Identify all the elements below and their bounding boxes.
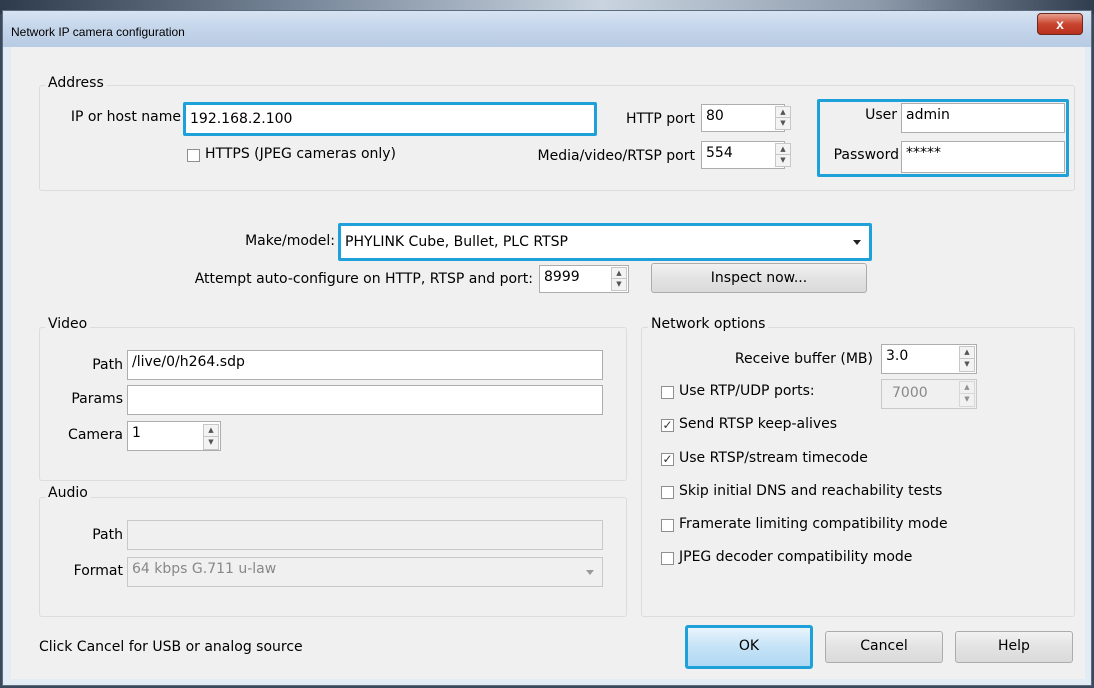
ip-host-input[interactable]: 192.168.2.100 [183,102,597,136]
media-port-spinner[interactable]: ▲ ▼ [775,143,791,167]
make-model-value: PHYLINK Cube, Bullet, PLC RTSP [345,234,568,250]
audio-path-label: Path [92,527,123,543]
http-port-label: HTTP port [626,111,695,127]
audio-format-select[interactable]: 64 kbps G.711 u-law [127,557,603,587]
video-path-input[interactable]: /live/0/h264.sdp [127,350,603,380]
jpeg-decoder-label: JPEG decoder compatibility mode [679,549,913,565]
spin-down-icon[interactable]: ▼ [776,118,790,129]
timecode-label: Use RTSP/stream timecode [679,450,868,466]
close-button[interactable]: x [1037,13,1083,35]
spin-down-icon[interactable]: ▼ [960,394,974,406]
video-params-label: Params [71,391,123,407]
audio-path-input[interactable] [127,520,603,550]
spin-down-icon[interactable]: ▼ [612,279,626,290]
camera-label: Camera [68,427,123,443]
video-path-label: Path [92,357,123,373]
spin-up-icon[interactable]: ▲ [960,382,974,394]
spin-down-icon[interactable]: ▼ [776,155,790,166]
autoconfig-label: Attempt auto-configure on HTTP, RTSP and… [194,271,533,287]
dropdown-arrow-icon [853,240,861,245]
receive-buffer-label: Receive buffer (MB) [734,351,873,367]
rtp-udp-label: Use RTP/UDP ports: [679,383,815,399]
network-options-label: Network options [648,316,769,332]
spin-up-icon[interactable]: ▲ [776,144,790,155]
keepalive-label: Send RTSP keep-alives [679,416,838,432]
dialog-body: Address IP or host name 192.168.2.100 HT… [11,47,1085,679]
rtp-udp-checkbox[interactable] [661,386,674,399]
audio-format-value: 64 kbps G.711 u-law [132,561,277,577]
video-params-input[interactable] [127,385,603,415]
spin-up-icon[interactable]: ▲ [960,347,974,359]
https-label: HTTPS (JPEG cameras only) [205,146,397,162]
media-port-input[interactable]: 554 [701,141,785,169]
spin-down-icon[interactable]: ▼ [960,359,974,371]
network-options-group [641,327,1075,617]
cancel-button[interactable]: Cancel [825,631,943,663]
camera-spinner[interactable]: ▲ ▼ [203,424,219,450]
address-group-label: Address [45,75,107,91]
footer-hint: Click Cancel for USB or analog source [39,639,303,655]
http-port-input[interactable]: 80 [701,104,785,132]
window-title: Network IP camera configuration [11,25,185,39]
audio-group-label: Audio [45,485,91,501]
spin-up-icon[interactable]: ▲ [204,425,218,437]
framerate-checkbox[interactable] [661,519,674,532]
framerate-label: Framerate limiting compatibility mode [679,516,948,532]
password-label: Password [833,147,899,163]
https-checkbox[interactable] [187,149,200,162]
autoconfig-port-spinner[interactable]: ▲ ▼ [611,267,627,291]
ip-label: IP or host name [70,109,181,125]
dialog-window: Network IP camera configuration x Addres… [2,10,1092,686]
spin-up-icon[interactable]: ▲ [612,268,626,279]
ok-button[interactable]: OK [685,625,813,669]
inspect-now-button[interactable]: Inspect now... [651,263,867,293]
timecode-checkbox[interactable]: ✓ [661,453,674,466]
user-label: User [865,107,897,123]
http-port-spinner[interactable]: ▲ ▼ [775,106,791,130]
jpeg-decoder-checkbox[interactable] [661,552,674,565]
rtp-udp-spinner[interactable]: ▲ ▼ [959,381,975,407]
audio-format-label: Format [73,563,123,579]
receive-buffer-spinner[interactable]: ▲ ▼ [959,346,975,372]
media-port-label: Media/video/RTSP port [537,148,695,164]
make-model-label: Make/model: [245,233,335,249]
spin-up-icon[interactable]: ▲ [776,107,790,118]
help-button[interactable]: Help [955,631,1073,663]
dropdown-arrow-icon [586,570,594,575]
password-input[interactable]: ***** [901,141,1065,173]
title-bar: Network IP camera configuration x [3,11,1091,47]
skip-dns-checkbox[interactable] [661,486,674,499]
user-input[interactable]: admin [901,103,1065,133]
skip-dns-label: Skip initial DNS and reachability tests [679,483,943,499]
video-group-label: Video [45,316,91,332]
make-model-select[interactable]: PHYLINK Cube, Bullet, PLC RTSP [338,223,872,261]
spin-down-icon[interactable]: ▼ [204,437,218,449]
keepalive-checkbox[interactable]: ✓ [661,419,674,432]
